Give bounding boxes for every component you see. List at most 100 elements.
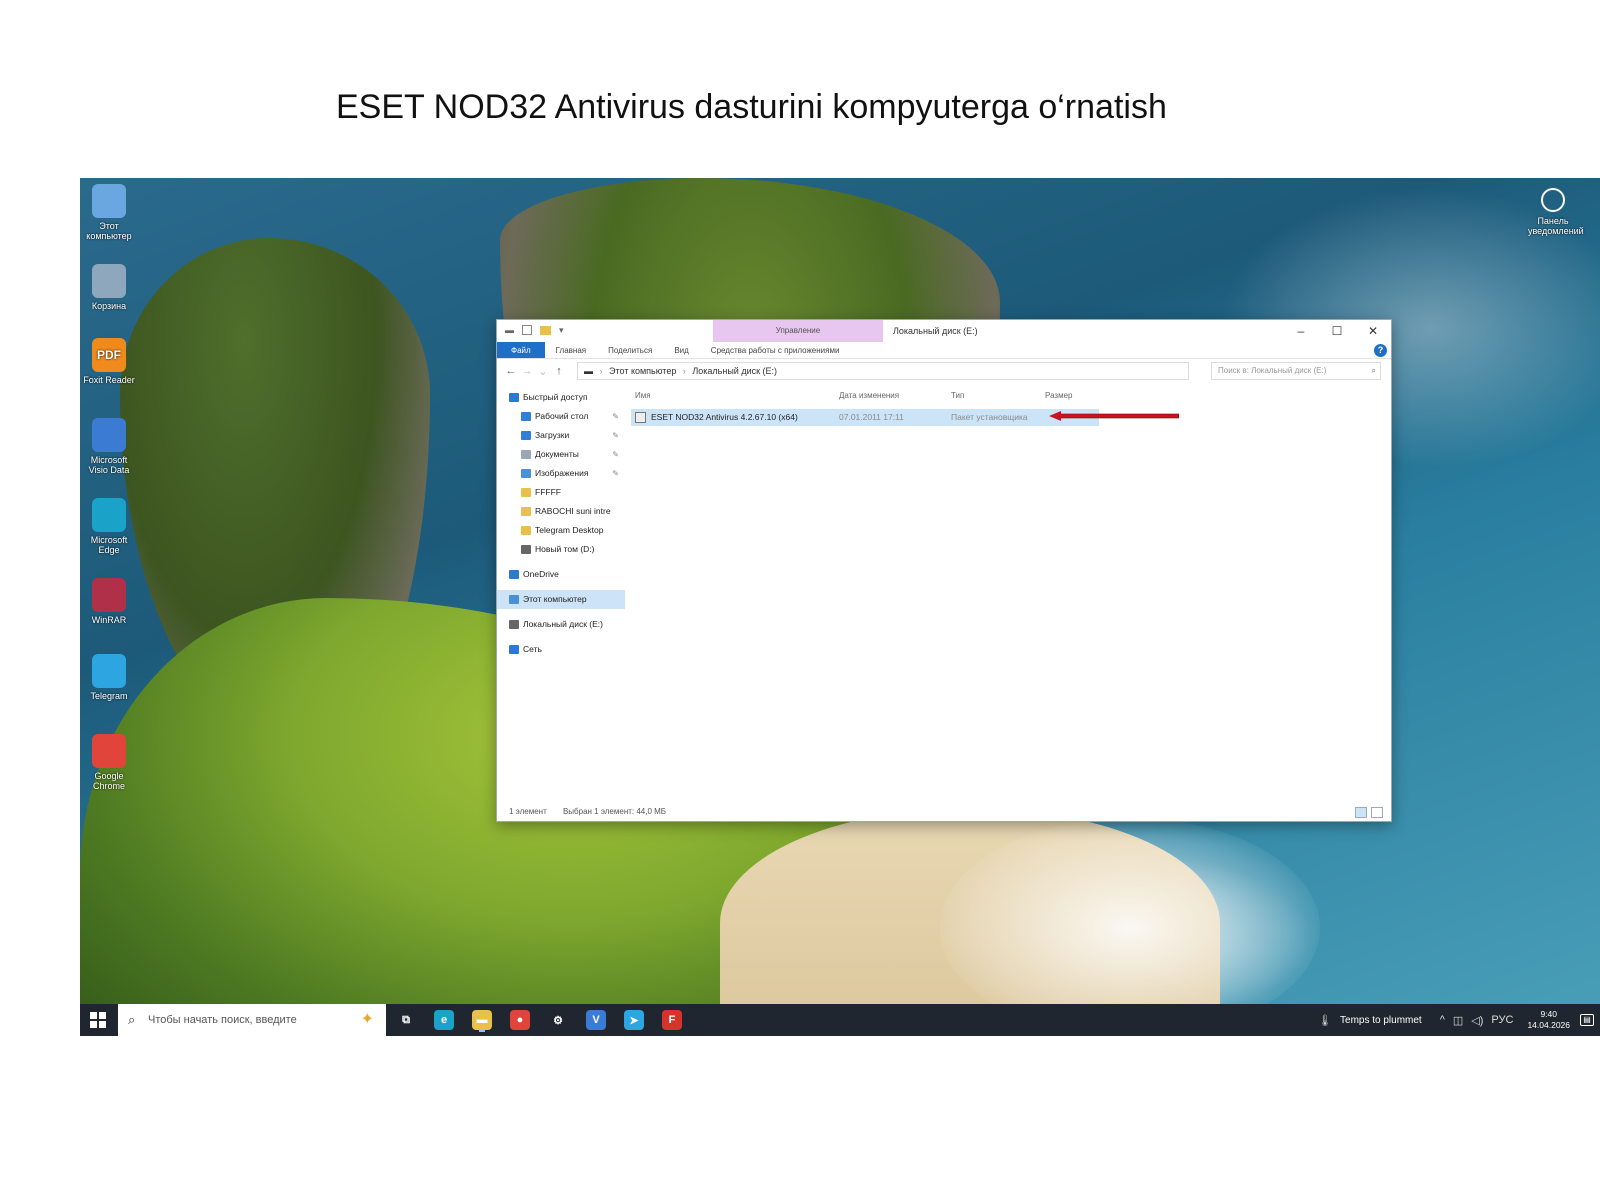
desktop-shortcut[interactable]: PDF Foxit Reader bbox=[80, 338, 138, 385]
desktop-shortcut[interactable]: Telegram bbox=[80, 654, 138, 701]
chevron-up-icon[interactable]: ^ bbox=[1440, 1014, 1445, 1026]
ribbon-tabs: Файл Главная Поделиться Вид Средства раб… bbox=[497, 342, 1391, 359]
forward-arrow-icon[interactable]: → bbox=[519, 365, 535, 377]
desktop-shortcut[interactable]: Microsoft Visio Data bbox=[80, 418, 138, 475]
manage-context-tab[interactable]: Управление bbox=[713, 320, 883, 342]
nav-item[interactable]: Быстрый доступ bbox=[497, 388, 625, 407]
pdf-icon: PDF bbox=[92, 338, 126, 372]
network-icon bbox=[509, 645, 519, 654]
nav-item[interactable]: FFFFF bbox=[497, 483, 625, 502]
slide-title: ESET NOD32 Antivirus dasturini kompyuter… bbox=[336, 88, 1167, 126]
task-view-icon[interactable]: ⧉ bbox=[396, 1010, 416, 1030]
nav-item-label: Изображения bbox=[535, 468, 589, 478]
clock[interactable]: 9:40 14.04.2026 bbox=[1527, 1009, 1570, 1031]
desktop-shortcut[interactable]: Этот компьютер bbox=[80, 184, 138, 241]
edge-icon[interactable]: e bbox=[434, 1010, 454, 1030]
tab-file[interactable]: Файл bbox=[497, 342, 545, 358]
desktop-shortcut[interactable]: Google Chrome bbox=[80, 734, 138, 791]
nav-item-label: Документы bbox=[535, 449, 579, 459]
notification-icon[interactable]: ▤ bbox=[1580, 1014, 1594, 1026]
nav-item[interactable]: Документы ✎ bbox=[497, 445, 625, 464]
download-icon bbox=[521, 431, 531, 440]
details-view-icon[interactable] bbox=[1355, 807, 1367, 818]
nav-item[interactable]: Локальный диск (E:) bbox=[497, 615, 625, 634]
star-icon bbox=[509, 393, 519, 402]
file-explorer-icon[interactable]: ▬ bbox=[472, 1010, 492, 1030]
nav-item-label: Сеть bbox=[523, 644, 542, 654]
minimize-button[interactable]: – bbox=[1283, 320, 1319, 342]
telegram-icon bbox=[92, 654, 126, 688]
recent-locations-icon[interactable]: ⌄ bbox=[535, 365, 551, 378]
breadcrumb-current[interactable]: Локальный диск (E:) bbox=[692, 366, 777, 376]
tab-application-tools[interactable]: Средства работы с приложениями bbox=[700, 342, 851, 358]
window-menu-icon[interactable]: ▬ bbox=[505, 325, 514, 336]
visio-icon[interactable]: V bbox=[586, 1010, 606, 1030]
new-folder-icon[interactable] bbox=[540, 326, 551, 335]
desktop-shortcut[interactable]: Корзина bbox=[80, 264, 138, 311]
language-indicator[interactable]: РУС bbox=[1491, 1014, 1513, 1026]
thermometer-icon: 🌡 bbox=[1318, 1014, 1333, 1027]
pin-icon[interactable]: ✎ bbox=[612, 407, 619, 426]
desktop-icon bbox=[521, 412, 531, 421]
nav-item[interactable]: Новый том (D:) bbox=[497, 540, 625, 559]
recycle-bin-icon bbox=[92, 264, 126, 298]
corner-desktop-icon[interactable]: Панель уведомлений bbox=[1528, 188, 1584, 236]
properties-icon[interactable] bbox=[522, 325, 532, 335]
nav-item[interactable]: Telegram Desktop bbox=[497, 521, 625, 540]
up-arrow-icon[interactable]: ↑ bbox=[551, 365, 567, 377]
volume-icon[interactable]: ◁) bbox=[1471, 1014, 1483, 1027]
search-icon: ⌕ bbox=[1371, 366, 1376, 375]
pin-icon[interactable]: ✎ bbox=[612, 426, 619, 445]
tab-home[interactable]: Главная bbox=[545, 342, 597, 358]
nav-item-label: Загрузки bbox=[535, 430, 570, 440]
tab-view[interactable]: Вид bbox=[663, 342, 699, 358]
close-button[interactable]: ✕ bbox=[1355, 320, 1391, 342]
quick-access-toolbar: ▬ ▾ bbox=[505, 325, 564, 336]
nav-item[interactable]: Изображения ✎ bbox=[497, 464, 625, 483]
nav-item[interactable]: Загрузки ✎ bbox=[497, 426, 625, 445]
drive-icon: ▬ bbox=[584, 366, 593, 376]
desktop-shortcut[interactable]: Microsoft Edge bbox=[80, 498, 138, 555]
nav-item[interactable]: Сеть bbox=[497, 640, 625, 659]
system-tray: 🌡 Temps to plummet ^ ◫ ◁) РУС 9:40 14.04… bbox=[1318, 1004, 1600, 1036]
folder-icon bbox=[521, 526, 531, 535]
desktop-shortcut[interactable]: WinRAR bbox=[80, 578, 138, 625]
windows-start-icon[interactable] bbox=[90, 1012, 106, 1028]
address-bar[interactable]: ▬ › Этот компьютер › Локальный диск (E:) bbox=[577, 362, 1189, 380]
file-row[interactable]: ESET NOD32 Antivirus 4.2.67.10 (x64) 07.… bbox=[631, 409, 1099, 426]
chrome-icon[interactable]: ● bbox=[510, 1010, 530, 1030]
edge-icon bbox=[92, 498, 126, 532]
file-date: 07.01.2011 17:11 bbox=[839, 412, 904, 422]
pin-icon[interactable]: ✎ bbox=[612, 464, 619, 483]
installer-package-icon bbox=[635, 412, 646, 423]
nav-item[interactable]: Рабочий стол ✎ bbox=[497, 407, 625, 426]
computer-icon bbox=[509, 595, 519, 604]
winrar-icon bbox=[92, 578, 126, 612]
nav-item[interactable]: OneDrive bbox=[497, 565, 625, 584]
nav-item-label: Новый том (D:) bbox=[535, 544, 595, 554]
tab-share[interactable]: Поделиться bbox=[597, 342, 663, 358]
settings-icon[interactable]: ⚙ bbox=[548, 1010, 568, 1030]
help-icon[interactable]: ? bbox=[1374, 344, 1387, 357]
column-size[interactable]: Размер bbox=[1045, 391, 1073, 400]
large-icons-view-icon[interactable] bbox=[1371, 807, 1383, 818]
nav-item[interactable]: Этот компьютер bbox=[497, 590, 625, 609]
column-date[interactable]: Дата изменения bbox=[839, 391, 899, 400]
maximize-button[interactable]: ☐ bbox=[1319, 320, 1355, 342]
column-type[interactable]: Тип bbox=[951, 391, 964, 400]
weather-text[interactable]: Temps to plummet bbox=[1340, 1015, 1422, 1026]
clock-time: 9:40 bbox=[1540, 1009, 1557, 1019]
taskbar-search-input[interactable]: ⌕ Чтобы начать поиск, введите ✦ bbox=[118, 1004, 386, 1036]
pin-icon[interactable]: ✎ bbox=[612, 445, 619, 464]
red-pointer-arrow-icon bbox=[1049, 411, 1179, 421]
telegram-icon[interactable]: ➤ bbox=[624, 1010, 644, 1030]
breadcrumb-root[interactable]: Этот компьютер bbox=[609, 366, 676, 376]
network-icon[interactable]: ◫ bbox=[1453, 1014, 1463, 1027]
back-arrow-icon[interactable]: ← bbox=[503, 365, 519, 377]
foxit-icon[interactable]: F bbox=[662, 1010, 682, 1030]
nav-item[interactable]: RABOCHI suni intre bbox=[497, 502, 625, 521]
customize-toolbar-icon[interactable]: ▾ bbox=[559, 325, 564, 336]
search-input[interactable]: Поиск в: Локальный диск (E:) ⌕ bbox=[1211, 362, 1381, 380]
window-title: Локальный диск (E:) bbox=[893, 326, 978, 336]
column-name[interactable]: Имя bbox=[635, 391, 651, 400]
